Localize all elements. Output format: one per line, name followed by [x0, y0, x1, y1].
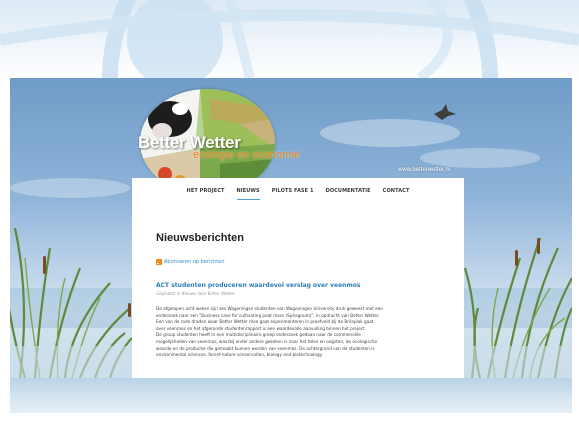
- rss-link[interactable]: Abonneren op berichten: [164, 259, 225, 265]
- article-line: onderzoek naar een "Business case for cu…: [156, 312, 380, 318]
- nav-item-contact[interactable]: CONTACT: [383, 185, 410, 197]
- nav-item-pilots-fase-1[interactable]: PILOTS FASE 1: [272, 185, 314, 197]
- article-body: De afgelopen acht weken zijn zes Wagenin…: [156, 306, 442, 359]
- nav-item-documentatie[interactable]: DOCUMENTATIE: [326, 185, 371, 197]
- article-line: mogelijkheden van veenmos, waarbij onder…: [156, 338, 378, 344]
- site-subtitle: ecologie en economie: [193, 149, 301, 161]
- article-title-link[interactable]: ACT studenten produceren waardevol versl…: [156, 282, 360, 289]
- rss-icon[interactable]: [156, 259, 162, 265]
- article-line: De group studenten heeft in een multidis…: [156, 332, 361, 338]
- article-meta: Geplaatst in Nieuws door Better Wetter: [156, 291, 235, 296]
- main-nav: HET PROJECT NIEUWS PILOTS FASE 1 DOCUMEN…: [132, 178, 464, 204]
- article-line: Een van de rode draden waar Better Wette…: [156, 319, 374, 325]
- header-decoration: [0, 0, 579, 78]
- nav-item-nieuws[interactable]: NIEUWS: [236, 185, 261, 200]
- footer-water-band: [10, 378, 572, 413]
- rss-subscribe[interactable]: Abonneren op berichten: [156, 259, 225, 265]
- page-title: Nieuwsberichten: [156, 232, 245, 244]
- article-line: waarde en de productie die gemaakt kunne…: [156, 345, 375, 351]
- main-content: HET PROJECT NIEUWS PILOTS FASE 1 DOCUMEN…: [132, 178, 464, 378]
- article-line: over veenmos en het afgeronde studentenr…: [156, 325, 366, 331]
- nav-item-het-project[interactable]: HET PROJECT: [187, 185, 225, 197]
- site-url: www.betterwetter.nl: [398, 167, 451, 173]
- article-line: environmental sciences, forest-nature co…: [156, 352, 323, 358]
- article-line: De afgelopen acht weken zijn zes Wagenin…: [156, 306, 383, 311]
- globe-watermark: [0, 0, 579, 78]
